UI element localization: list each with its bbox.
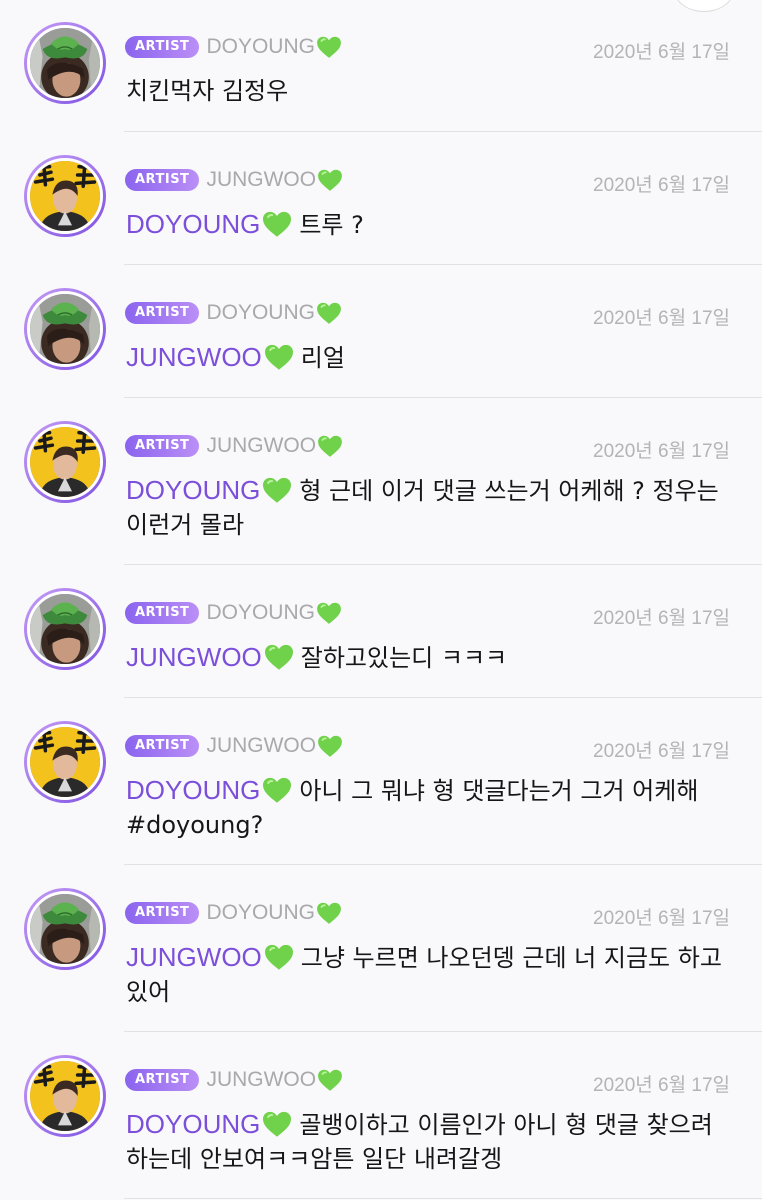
comment-text: 리얼 xyxy=(300,344,345,372)
comment-date: 2020년 6월 17일 xyxy=(593,441,730,462)
author-name[interactable]: JUNGWOO xyxy=(206,168,316,192)
artist-badge: ARTIST xyxy=(125,435,200,457)
doyoung-avatar[interactable] xyxy=(24,22,106,104)
comment-divider xyxy=(124,131,762,132)
author-name[interactable]: JUNGWOO xyxy=(206,434,316,458)
author-name[interactable]: DOYOUNG xyxy=(206,35,315,59)
mention-link[interactable]: JUNGWOO xyxy=(126,342,262,372)
comment-body: DOYOUNG 골뱅이하고 이름인가 아니 형 댓글 찾으려하는데 안보여ㅋㅋ암튼… xyxy=(126,1107,732,1176)
comment-meta: ARTIST DOYOUNG xyxy=(125,601,342,625)
artist-badge: ARTIST xyxy=(125,735,200,757)
artist-badge: ARTIST xyxy=(125,36,200,58)
comment-meta: ARTIST JUNGWOO xyxy=(125,1068,343,1092)
comment-divider xyxy=(124,697,762,698)
artist-badge: ARTIST xyxy=(125,602,200,624)
artist-badge: ARTIST xyxy=(125,169,200,191)
comment-divider xyxy=(124,564,762,565)
comment-divider xyxy=(124,1031,762,1032)
comment-text: 트루 ? xyxy=(299,211,364,239)
comment-divider xyxy=(124,264,762,265)
green-heart-icon xyxy=(263,1111,292,1137)
author-name[interactable]: DOYOUNG xyxy=(206,301,315,325)
green-heart-icon xyxy=(318,169,343,191)
doyoung-avatar-image xyxy=(30,28,100,98)
comment-divider xyxy=(124,1198,762,1199)
jungwoo-avatar-image xyxy=(30,427,100,497)
green-heart-icon xyxy=(264,644,293,670)
author-name[interactable]: DOYOUNG xyxy=(206,601,315,625)
jungwoo-avatar-image xyxy=(30,1061,100,1131)
green-heart-icon xyxy=(317,902,341,924)
comment-meta: ARTIST JUNGWOO xyxy=(125,434,343,458)
mention-link[interactable]: JUNGWOO xyxy=(126,642,262,672)
mention-link[interactable]: DOYOUNG xyxy=(126,775,260,805)
green-heart-icon xyxy=(264,344,293,370)
author-name[interactable]: JUNGWOO xyxy=(206,734,316,758)
jungwoo-avatar[interactable] xyxy=(24,421,106,503)
green-heart-icon xyxy=(263,211,292,237)
comment-meta: ARTIST DOYOUNG xyxy=(125,35,342,59)
comment-date: 2020년 6월 17일 xyxy=(593,42,730,63)
green-heart-icon xyxy=(317,602,341,624)
mention-link[interactable]: DOYOUNG xyxy=(126,209,260,239)
doyoung-avatar[interactable] xyxy=(24,888,106,970)
comment-divider xyxy=(124,397,762,398)
comment-meta: ARTIST DOYOUNG xyxy=(125,301,342,325)
comment-meta: ARTIST JUNGWOO xyxy=(125,734,343,758)
doyoung-avatar[interactable] xyxy=(24,288,106,370)
green-heart-icon xyxy=(318,735,343,757)
comment-date: 2020년 6월 17일 xyxy=(593,608,730,629)
comment-date: 2020년 6월 17일 xyxy=(593,741,730,762)
comment-body: JUNGWOO 리얼 xyxy=(126,340,732,375)
comment-date: 2020년 6월 17일 xyxy=(593,908,730,929)
comment-body: JUNGWOO 잘하고있는디 ㅋㅋㅋ xyxy=(126,640,732,675)
green-heart-icon xyxy=(317,36,341,58)
doyoung-avatar-image xyxy=(30,594,100,664)
comment-body: 치킨먹자 김정우 xyxy=(126,74,732,108)
comment-body: DOYOUNG 트루 ? xyxy=(126,207,732,242)
mention-link[interactable]: JUNGWOO xyxy=(126,942,262,972)
author-name[interactable]: JUNGWOO xyxy=(206,1068,316,1092)
green-heart-icon xyxy=(263,777,292,803)
scroll-top-button[interactable] xyxy=(674,0,734,12)
green-heart-icon xyxy=(317,302,341,324)
author-name[interactable]: DOYOUNG xyxy=(206,901,315,925)
jungwoo-avatar[interactable] xyxy=(24,721,106,803)
jungwoo-avatar[interactable] xyxy=(24,1055,106,1137)
mention-link[interactable]: DOYOUNG xyxy=(126,475,260,505)
comment-text: 잘하고있는디 ㅋㅋㅋ xyxy=(300,644,508,672)
green-heart-icon xyxy=(318,1069,343,1091)
green-heart-icon xyxy=(263,477,292,503)
comment-meta: ARTIST DOYOUNG xyxy=(125,901,342,925)
doyoung-avatar-image xyxy=(30,894,100,964)
green-heart-icon xyxy=(264,944,293,970)
mention-link[interactable]: DOYOUNG xyxy=(126,1109,260,1139)
jungwoo-avatar-image xyxy=(30,727,100,797)
comment-date: 2020년 6월 17일 xyxy=(593,175,730,196)
doyoung-avatar-image xyxy=(30,294,100,364)
comment-date: 2020년 6월 17일 xyxy=(593,308,730,329)
doyoung-avatar[interactable] xyxy=(24,588,106,670)
comment-date: 2020년 6월 17일 xyxy=(593,1075,730,1096)
comment-divider xyxy=(124,864,762,865)
artist-badge: ARTIST xyxy=(125,302,200,324)
comment-meta: ARTIST JUNGWOO xyxy=(125,168,343,192)
green-heart-icon xyxy=(318,435,343,457)
jungwoo-avatar[interactable] xyxy=(24,155,106,237)
artist-badge: ARTIST xyxy=(125,902,200,924)
comment-text: 치킨먹자 김정우 xyxy=(126,77,289,105)
artist-badge: ARTIST xyxy=(125,1069,200,1091)
comment-body: JUNGWOO 그냥 누르면 나오던뎅 근데 너 지금도 하고있어 xyxy=(126,940,732,1009)
comment-body: DOYOUNG 아니 그 뭐냐 형 댓글다는거 그거 어케해 #doyoung? xyxy=(126,773,732,842)
jungwoo-avatar-image xyxy=(30,161,100,231)
comment-body: DOYOUNG 형 근데 이거 댓글 쓰는거 어케해 ? 정우는 이런거 몰라 xyxy=(126,473,732,542)
